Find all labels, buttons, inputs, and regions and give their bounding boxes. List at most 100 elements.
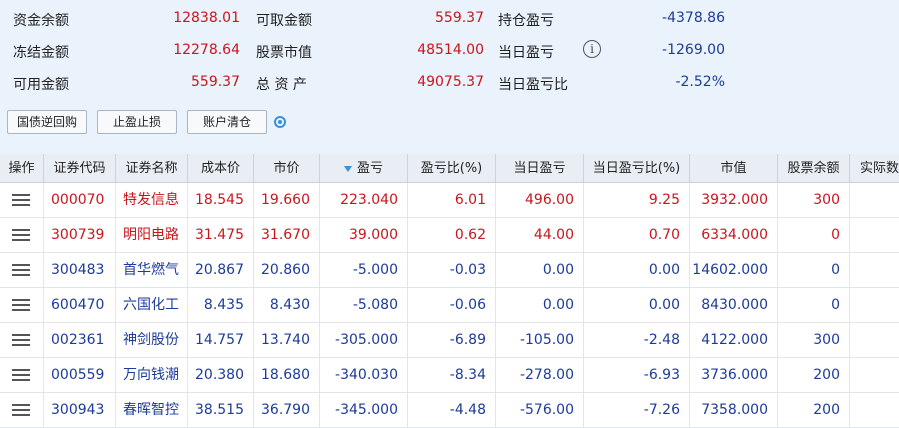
stock-value-label: 股票市值 bbox=[256, 45, 312, 61]
cell-cost: 14.757 bbox=[188, 323, 254, 357]
fund-balance-label: 资金余额 bbox=[13, 13, 69, 29]
cell-empty bbox=[850, 253, 899, 287]
menu-icon[interactable] bbox=[12, 334, 30, 346]
cell-name: 明阳电路 bbox=[116, 218, 188, 252]
cell-code: 000559 bbox=[44, 358, 116, 392]
column-header[interactable]: 股票余额 bbox=[778, 154, 850, 183]
cell-name: 万向钱潮 bbox=[116, 358, 188, 392]
column-header[interactable]: 证券名称 bbox=[116, 154, 188, 183]
table-row[interactable]: 000070 特发信息 18.545 19.660 223.040 6.01 496.00 9… bbox=[0, 183, 899, 218]
column-header[interactable]: 当日盈亏比(%) bbox=[584, 154, 690, 183]
cell-pl-ratio: -0.06 bbox=[408, 288, 496, 322]
available-label: 可用金额 bbox=[13, 77, 69, 93]
fund-balance-value: 12838.01 bbox=[173, 10, 240, 26]
column-header[interactable]: 市价 bbox=[254, 154, 320, 183]
cell-price: 31.670 bbox=[254, 218, 320, 252]
stop-profit-loss-button[interactable]: 止盈止损 bbox=[97, 110, 177, 134]
cell-pl-ratio: -0.03 bbox=[408, 253, 496, 287]
cell-mkt-value: 7358.000 bbox=[690, 393, 778, 427]
cell-name: 春晖智控 bbox=[116, 393, 188, 427]
row-menu-cell[interactable] bbox=[0, 358, 44, 392]
cell-code: 300739 bbox=[44, 218, 116, 252]
cell-pl-ratio: 0.62 bbox=[408, 218, 496, 252]
table-row[interactable]: 300483 首华燃气 20.867 20.860 -5.000 -0.03 0.00 0.0… bbox=[0, 253, 899, 288]
cell-price: 13.740 bbox=[254, 323, 320, 357]
menu-icon[interactable] bbox=[12, 229, 30, 241]
cell-cost: 38.515 bbox=[188, 393, 254, 427]
account-summary: 资金余额 12838.01 可取金额 559.37 持仓盈亏 -4378.86 … bbox=[0, 0, 899, 150]
cell-day-pl-ratio: -6.93 bbox=[584, 358, 690, 392]
cell-empty bbox=[850, 393, 899, 427]
cell-mkt-value: 4122.000 bbox=[690, 323, 778, 357]
cell-day-pl: -576.00 bbox=[496, 393, 584, 427]
row-menu-cell[interactable] bbox=[0, 288, 44, 322]
cell-day-pl-ratio: 9.25 bbox=[584, 183, 690, 217]
column-header[interactable]: 市值 bbox=[690, 154, 778, 183]
row-menu-cell[interactable] bbox=[0, 253, 44, 287]
cell-price: 36.790 bbox=[254, 393, 320, 427]
table-row[interactable]: 300943 春晖智控 38.515 36.790 -345.000 -4.48 -576.… bbox=[0, 393, 899, 428]
table-row[interactable]: 000559 万向钱潮 20.380 18.680 -340.030 -8.34 -278.… bbox=[0, 358, 899, 393]
cell-price: 20.860 bbox=[254, 253, 320, 287]
cell-name: 首华燃气 bbox=[116, 253, 188, 287]
table-row[interactable]: 300739 明阳电路 31.475 31.670 39.000 0.62 44.00 0.7… bbox=[0, 218, 899, 253]
cell-empty bbox=[850, 218, 899, 252]
cell-day-pl-ratio: 0.00 bbox=[584, 288, 690, 322]
cell-balance: 0 bbox=[778, 253, 850, 287]
column-header[interactable]: 证券代码 bbox=[44, 154, 116, 183]
row-menu-cell[interactable] bbox=[0, 183, 44, 217]
info-icon[interactable]: i bbox=[583, 40, 601, 58]
today-pl-ratio-value: -2.52% bbox=[675, 74, 725, 90]
cell-empty bbox=[850, 183, 899, 217]
column-header[interactable]: 操作 bbox=[0, 154, 44, 183]
column-header[interactable]: 当日盈亏 bbox=[496, 154, 584, 183]
column-header[interactable]: 成本价 bbox=[188, 154, 254, 183]
column-header[interactable]: 实际数 bbox=[850, 154, 899, 183]
cell-code: 002361 bbox=[44, 323, 116, 357]
menu-icon[interactable] bbox=[12, 404, 30, 416]
cell-price: 19.660 bbox=[254, 183, 320, 217]
cell-cost: 20.867 bbox=[188, 253, 254, 287]
column-header[interactable]: 盈亏比(%) bbox=[408, 154, 496, 183]
cell-balance: 300 bbox=[778, 183, 850, 217]
row-menu-cell[interactable] bbox=[0, 323, 44, 357]
menu-icon[interactable] bbox=[12, 299, 30, 311]
column-header[interactable]: 盈亏 bbox=[320, 154, 408, 183]
table-header: 操作 证券代码 证券名称 成本价 市价 盈亏 盈亏比(%) 当日盈亏 当日盈亏比(%) 市值 股票余… bbox=[0, 154, 899, 183]
cell-pl-ratio: -8.34 bbox=[408, 358, 496, 392]
cell-code: 600470 bbox=[44, 288, 116, 322]
cell-day-pl: 0.00 bbox=[496, 253, 584, 287]
menu-icon[interactable] bbox=[12, 194, 30, 206]
cell-pl-ratio: -4.48 bbox=[408, 393, 496, 427]
today-pl-value: -1269.00 bbox=[662, 42, 725, 58]
table-row[interactable]: 002361 神剑股份 14.757 13.740 -305.000 -6.89 -105.… bbox=[0, 323, 899, 358]
today-pl-label: 当日盈亏 bbox=[498, 45, 554, 61]
row-menu-cell[interactable] bbox=[0, 218, 44, 252]
menu-icon[interactable] bbox=[12, 264, 30, 276]
cell-code: 300483 bbox=[44, 253, 116, 287]
reverse-repo-button[interactable]: 国债逆回购 bbox=[7, 110, 87, 134]
cell-pl: 223.040 bbox=[320, 183, 408, 217]
cell-cost: 20.380 bbox=[188, 358, 254, 392]
clear-account-button[interactable]: 账户清仓 bbox=[187, 110, 267, 134]
cell-empty bbox=[850, 323, 899, 357]
withdrawable-value: 559.37 bbox=[435, 10, 484, 26]
cell-pl: -345.000 bbox=[320, 393, 408, 427]
cell-day-pl-ratio: 0.00 bbox=[584, 253, 690, 287]
row-menu-cell[interactable] bbox=[0, 393, 44, 427]
cell-mkt-value: 14602.000 bbox=[690, 253, 778, 287]
cell-balance: 0 bbox=[778, 218, 850, 252]
position-pl-value: -4378.86 bbox=[662, 10, 725, 26]
cell-day-pl-ratio: 0.70 bbox=[584, 218, 690, 252]
cell-pl: -5.080 bbox=[320, 288, 408, 322]
refresh-icon[interactable] bbox=[274, 116, 286, 128]
available-value: 559.37 bbox=[191, 74, 240, 90]
total-assets-value: 49075.37 bbox=[417, 74, 484, 90]
cell-balance: 200 bbox=[778, 393, 850, 427]
menu-icon[interactable] bbox=[12, 369, 30, 381]
table-row[interactable]: 600470 六国化工 8.435 8.430 -5.080 -0.06 0.00 0.00 8… bbox=[0, 288, 899, 323]
frozen-label: 冻结金额 bbox=[13, 45, 69, 61]
cell-code: 300943 bbox=[44, 393, 116, 427]
cell-pl: -5.000 bbox=[320, 253, 408, 287]
cell-mkt-value: 3932.000 bbox=[690, 183, 778, 217]
